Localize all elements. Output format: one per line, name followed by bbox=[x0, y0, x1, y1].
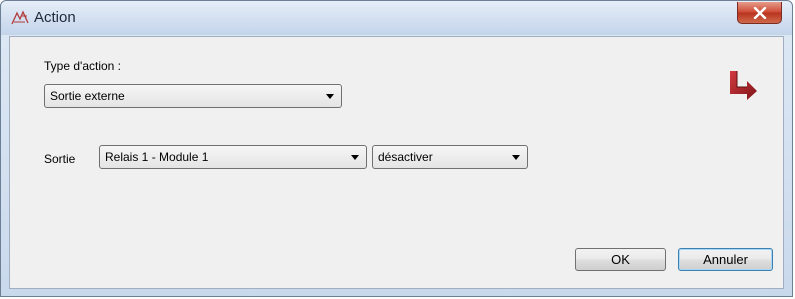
logo-icon bbox=[727, 69, 759, 101]
ok-button[interactable]: OK bbox=[575, 248, 666, 271]
state-value: désactiver bbox=[378, 150, 433, 164]
window-title: Action bbox=[34, 9, 76, 26]
action-type-select[interactable]: Sortie externe bbox=[44, 84, 342, 108]
action-type-label: Type d'action : bbox=[44, 59, 122, 73]
cancel-button[interactable]: Annuler bbox=[678, 248, 773, 271]
action-icon bbox=[11, 10, 29, 26]
action-type-value: Sortie externe bbox=[50, 89, 125, 103]
dialog-content: Type d'action : Sortie externe Sortie Re… bbox=[9, 36, 784, 289]
output-select[interactable]: Relais 1 - Module 1 bbox=[99, 145, 367, 169]
close-button[interactable] bbox=[737, 2, 782, 24]
dialog-window: Action Type d'action : Sortie externe So… bbox=[0, 0, 793, 297]
close-icon bbox=[753, 6, 767, 19]
output-value: Relais 1 - Module 1 bbox=[105, 150, 209, 164]
chevron-down-icon bbox=[326, 94, 334, 99]
output-label: Sortie bbox=[44, 152, 76, 166]
state-select[interactable]: désactiver bbox=[372, 145, 528, 169]
chevron-down-icon bbox=[512, 155, 520, 160]
chevron-down-icon bbox=[351, 155, 359, 160]
title-bar[interactable]: Action bbox=[1, 1, 792, 35]
